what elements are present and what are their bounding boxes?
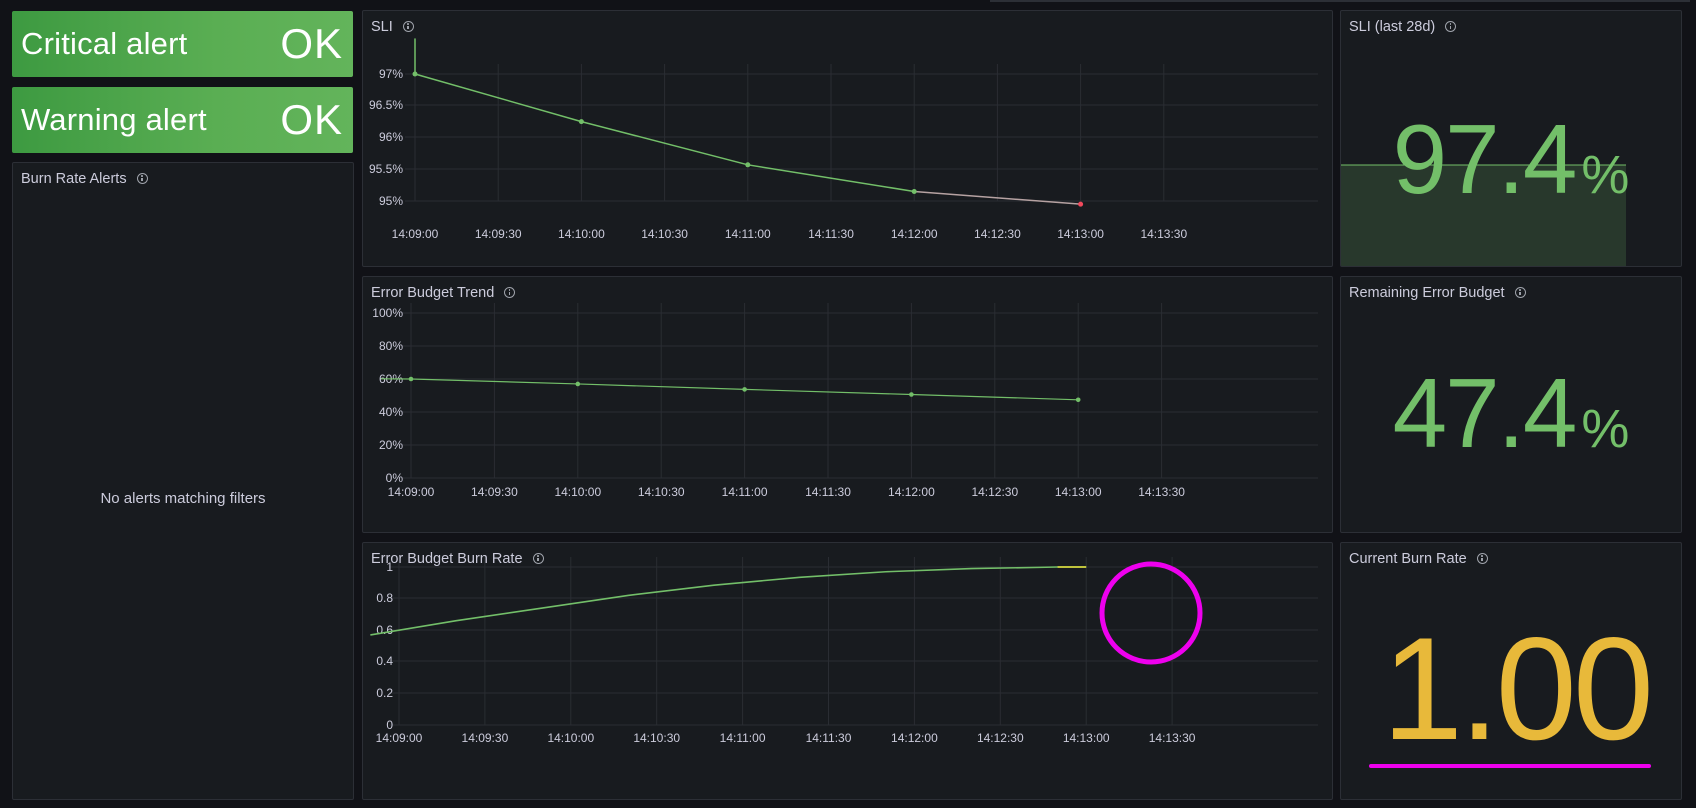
x-tick-label: 14:13:00 [1055,485,1102,499]
y-tick-label: 100% [372,306,403,320]
data-point [745,162,751,168]
warning-alert-status[interactable]: Warning alert OK [12,87,353,153]
x-tick-label: 14:09:30 [475,227,522,241]
y-tick-label: 95% [379,194,403,208]
x-tick-label: 14:10:30 [641,227,688,241]
data-point [742,387,747,392]
data-point [575,381,581,387]
y-tick-label: 0.2 [376,686,393,700]
x-tick-label: 14:09:00 [376,731,423,745]
data-point [578,119,584,125]
sli-28d-value-wrap: 97.4% [1341,103,1681,216]
sli-panel: SLI 97% 96.5% 96% 95.5% 95% 14:09:00 14:09:30 1… [362,10,1333,267]
x-tick-label: 14:13:00 [1063,731,1110,745]
sli-28d-panel: SLI (last 28d) 97.4% [1340,10,1682,267]
y-tick-label: 80% [379,339,403,353]
x-tick-label: 14:10:00 [554,485,601,499]
burn-rate-alerts-panel: Burn Rate Alerts No alerts matching filt… [12,162,354,800]
burn-rate-chart[interactable]: 1 0.8 0.6 0.4 0.2 014:09:00 14:09:30 14:10:00 14… [363,543,1332,799]
warning-alert-state: OK [280,96,343,143]
x-tick-label: 14:12:30 [974,227,1021,241]
y-tick-label: 95.5% [369,162,403,176]
y-tick-label: 0 [386,718,393,732]
remaining-budget-unit: % [1581,399,1630,459]
x-tick-label: 14:10:30 [638,485,685,499]
sli-28d-title: SLI (last 28d) [1349,19,1436,35]
panel-title[interactable]: Remaining Error Budget [1349,285,1526,301]
y-tick-label: 0.6 [376,623,393,637]
series-line [370,566,1087,636]
data-point [909,392,914,397]
x-tick-label: 14:10:00 [547,731,594,745]
remaining-budget-title: Remaining Error Budget [1349,285,1505,301]
warning-alert-label: Warning alert [21,102,207,137]
critical-alert-status[interactable]: Critical alert OK [12,11,353,77]
critical-alert-label: Critical alert [21,26,188,61]
current-burn-rate-title: Current Burn Rate [1349,551,1467,567]
highlight-underline [1369,764,1651,768]
x-tick-label: 14:11:00 [722,485,768,499]
x-tick-label: 14:12:00 [891,227,938,241]
empty-state-message: No alerts matching filters [100,490,266,507]
panel-title[interactable]: Current Burn Rate [1349,551,1488,567]
burn-rate-alerts-title: Burn Rate Alerts [21,171,127,187]
x-tick-label: 14:10:30 [633,731,680,745]
remaining-budget-value: 47.4 [1392,358,1578,468]
y-tick-label: 1 [386,560,393,574]
current-burn-rate-value: 1.00 [1381,607,1654,770]
y-tick-label: 40% [379,405,403,419]
x-tick-label: 14:13:30 [1140,227,1187,241]
remaining-budget-value-wrap: 47.4% [1341,357,1681,470]
error-budget-trend-panel: Error Budget Trend 100% 80% 60% 40% 20% 0% 14:… [362,276,1333,533]
error-budget-trend-chart[interactable]: 100%80%60%40%20%0%14:09:00 14:09:30 14:10:… [363,277,1332,532]
panel-title[interactable]: SLI (last 28d) [1349,19,1457,35]
y-tick-label: 0% [386,471,404,485]
sli-chart[interactable]: 97% 96.5% 96% 95.5% 95% 14:09:00 14:09:30 14:10… [363,11,1332,266]
x-tick-label: 14:12:30 [977,731,1024,745]
highlight-circle [1099,561,1203,665]
y-tick-label: 0.8 [376,591,393,605]
sli-28d-unit: % [1581,145,1630,205]
x-tick-label: 14:12:30 [971,485,1018,499]
y-tick-label: 0.4 [376,654,393,668]
data-point [408,376,414,382]
info-icon[interactable] [1514,286,1526,298]
info-icon[interactable] [136,172,148,184]
y-tick-label: 20% [379,438,403,452]
x-tick-label: 14:13:30 [1138,485,1185,499]
current-burn-rate-panel: Current Burn Rate 1.00 [1340,542,1682,800]
y-tick-label: 96.5% [369,98,403,112]
y-tick-label: 96% [379,130,403,144]
x-tick-label: 14:11:30 [806,731,852,745]
remaining-error-budget-panel: Remaining Error Budget 47.4% [1340,276,1682,533]
panel-title[interactable]: Burn Rate Alerts [21,171,148,187]
x-tick-label: 14:11:00 [720,731,766,745]
info-icon[interactable] [1445,20,1457,32]
x-tick-label: 14:11:30 [808,227,854,241]
x-tick-label: 14:12:00 [891,731,938,745]
y-tick-label: 97% [379,67,403,81]
x-tick-label: 14:09:00 [388,485,435,499]
x-tick-label: 14:11:00 [725,227,771,241]
x-tick-label: 14:09:30 [471,485,518,499]
x-tick-label: 14:09:00 [392,227,439,241]
x-tick-label: 14:12:00 [888,485,935,499]
top-divider [990,0,1690,2]
x-tick-label: 14:10:00 [558,227,605,241]
x-tick-label: 14:13:00 [1057,227,1104,241]
current-burn-rate-value-wrap: 1.00 [1351,605,1681,773]
info-icon[interactable] [1476,552,1488,564]
sli-28d-value: 97.4 [1392,104,1578,214]
burn-rate-panel: Error Budget Burn Rate 1 0.8 0.6 0.4 0.2 0 14:… [362,542,1333,800]
x-tick-label: 14:11:30 [805,485,851,499]
critical-alert-state: OK [280,20,343,67]
x-tick-label: 14:13:30 [1149,731,1196,745]
data-point [1075,397,1081,403]
data-point [1078,201,1084,207]
data-point [911,188,917,194]
data-point [412,71,418,77]
x-tick-label: 14:09:30 [462,731,509,745]
